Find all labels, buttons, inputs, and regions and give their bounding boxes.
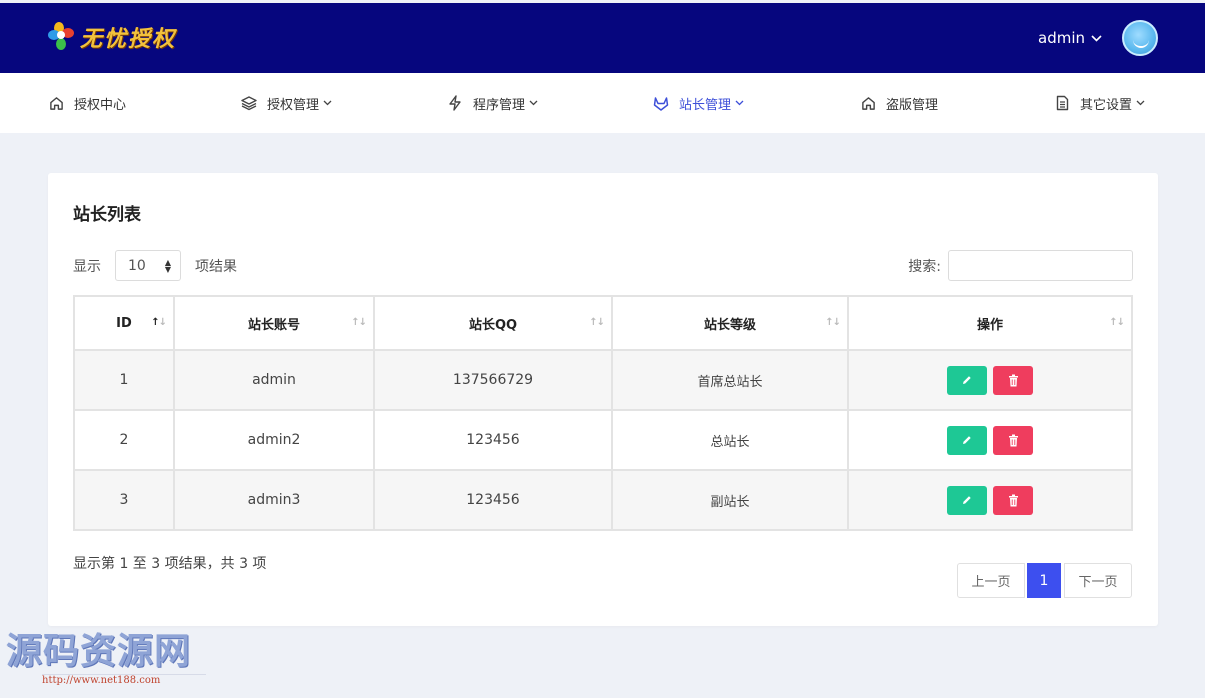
edit-button[interactable] bbox=[947, 425, 987, 455]
chevron-down-icon bbox=[735, 98, 744, 109]
nav-label: 盗版管理 bbox=[886, 97, 939, 113]
cell-level: 首席总站长 bbox=[611, 349, 849, 411]
trash-icon bbox=[1008, 434, 1018, 446]
cell-level: 总站长 bbox=[611, 409, 849, 471]
cell-account: admin3 bbox=[173, 469, 375, 531]
length-prefix: 显示 bbox=[73, 258, 101, 275]
cell-qq: 137566729 bbox=[373, 349, 613, 411]
cell-actions bbox=[847, 469, 1133, 531]
avatar[interactable] bbox=[1122, 20, 1158, 56]
logo-flower-icon bbox=[48, 22, 76, 52]
user-menu[interactable]: admin bbox=[1038, 20, 1158, 56]
sort-icon: ↑↓ bbox=[825, 317, 841, 328]
table-row: 2 admin2 123456 总站长 bbox=[73, 409, 1133, 471]
table-row: 1 admin 137566729 首席总站长 bbox=[73, 349, 1133, 411]
column-header-account[interactable]: 站长账号 ↑↓ bbox=[173, 295, 375, 351]
main-nav: 授权中心 授权管理 程序管理 站长管理 盗版管理 其它设置 bbox=[0, 73, 1205, 133]
cell-actions bbox=[847, 349, 1133, 411]
trash-icon bbox=[1008, 494, 1018, 506]
sort-icon: ↑↓ bbox=[151, 317, 167, 328]
sort-icon: ↑↓ bbox=[589, 317, 605, 328]
watermark-text: 源码资源网 bbox=[6, 631, 192, 672]
pencil-icon bbox=[963, 496, 971, 504]
table-info: 显示第 1 至 3 项结果，共 3 项 bbox=[73, 556, 267, 572]
nav-item-piracy-manage[interactable]: 盗版管理 bbox=[860, 73, 938, 133]
edit-button[interactable] bbox=[947, 485, 987, 515]
nav-item-other-settings[interactable]: 其它设置 bbox=[1054, 73, 1145, 133]
nav-label: 授权中心 bbox=[74, 97, 127, 113]
nav-item-webmaster-manage[interactable]: 站长管理 bbox=[653, 73, 744, 133]
search-label: 搜索: bbox=[908, 258, 941, 275]
delete-button[interactable] bbox=[993, 365, 1033, 395]
cell-level: 副站长 bbox=[611, 469, 849, 531]
sort-icon: ↑↓ bbox=[1109, 317, 1125, 328]
delete-button[interactable] bbox=[993, 485, 1033, 515]
page-length-select[interactable]: 10 ▲ ▼ bbox=[115, 250, 181, 281]
column-header-qq[interactable]: 站长QQ ↑↓ bbox=[373, 295, 613, 351]
nav-label: 站长管理 bbox=[679, 97, 732, 113]
nav-item-program-manage[interactable]: 程序管理 bbox=[447, 73, 538, 133]
delete-button[interactable] bbox=[993, 425, 1033, 455]
search-input[interactable] bbox=[948, 250, 1133, 281]
watermark: 源码资源网 http://www.net188.com bbox=[6, 632, 206, 687]
cell-qq: 123456 bbox=[373, 409, 613, 471]
nav-item-auth-center[interactable]: 授权中心 bbox=[48, 73, 126, 133]
pencil-icon bbox=[963, 376, 971, 384]
lightning-icon bbox=[447, 95, 463, 111]
page-1-button[interactable]: 1 bbox=[1027, 563, 1061, 598]
column-header-actions[interactable]: 操作 ↑↓ bbox=[847, 295, 1133, 351]
chevron-down-icon bbox=[1091, 32, 1102, 45]
chevron-down-icon bbox=[529, 98, 538, 109]
chevron-down-icon bbox=[323, 98, 332, 109]
cell-account: admin2 bbox=[173, 409, 375, 471]
column-header-level[interactable]: 站长等级 ↑↓ bbox=[611, 295, 849, 351]
prev-page-button[interactable]: 上一页 bbox=[957, 563, 1025, 598]
column-header-id[interactable]: ID ↑↓ bbox=[73, 295, 175, 351]
nav-item-auth-manage[interactable]: 授权管理 bbox=[241, 73, 332, 133]
page-length-value: 10 bbox=[128, 257, 146, 274]
cell-actions bbox=[847, 409, 1133, 471]
cell-id: 3 bbox=[73, 469, 175, 531]
cell-account: admin bbox=[173, 349, 375, 411]
cell-qq: 123456 bbox=[373, 469, 613, 531]
pencil-icon bbox=[963, 436, 971, 444]
top-header: 无忧授权 admin bbox=[0, 3, 1205, 73]
nav-label: 授权管理 bbox=[267, 97, 320, 113]
page-length-control: 显示 10 ▲ ▼ 项结果 bbox=[73, 250, 237, 281]
webmaster-list-card: 站长列表 显示 10 ▲ ▼ 项结果 搜索: ID ↑↓ 站长账号 ↑↓ 站长Q… bbox=[48, 173, 1158, 626]
document-icon bbox=[1054, 95, 1070, 111]
select-arrows-icon: ▲ ▼ bbox=[164, 258, 171, 274]
cell-id: 1 bbox=[73, 349, 175, 411]
nav-label: 其它设置 bbox=[1080, 97, 1133, 113]
page-title: 站长列表 bbox=[73, 205, 141, 225]
user-name: admin bbox=[1038, 29, 1085, 47]
table-row: 3 admin3 123456 副站长 bbox=[73, 469, 1133, 531]
home-icon bbox=[860, 95, 876, 111]
layers-icon bbox=[241, 95, 257, 111]
next-page-button[interactable]: 下一页 bbox=[1064, 563, 1132, 598]
pagination: 上一页 1 下一页 bbox=[957, 563, 1132, 598]
nav-label: 程序管理 bbox=[473, 97, 526, 113]
edit-button[interactable] bbox=[947, 365, 987, 395]
trash-icon bbox=[1008, 374, 1018, 386]
logo-text: 无忧授权 bbox=[80, 26, 177, 52]
chevron-down-icon bbox=[1136, 98, 1145, 109]
cell-id: 2 bbox=[73, 409, 175, 471]
length-suffix: 项结果 bbox=[195, 258, 237, 275]
logo[interactable]: 无忧授权 bbox=[48, 21, 176, 53]
search-control: 搜索: bbox=[908, 250, 1133, 281]
watermark-url: http://www.net188.com bbox=[42, 674, 206, 687]
home-icon bbox=[48, 95, 64, 111]
gitlab-fox-icon bbox=[653, 95, 669, 111]
webmaster-table: ID ↑↓ 站长账号 ↑↓ 站长QQ ↑↓ 站长等级 ↑↓ 操作 ↑↓ 1 ad… bbox=[73, 295, 1133, 531]
sort-icon: ↑↓ bbox=[351, 317, 367, 328]
